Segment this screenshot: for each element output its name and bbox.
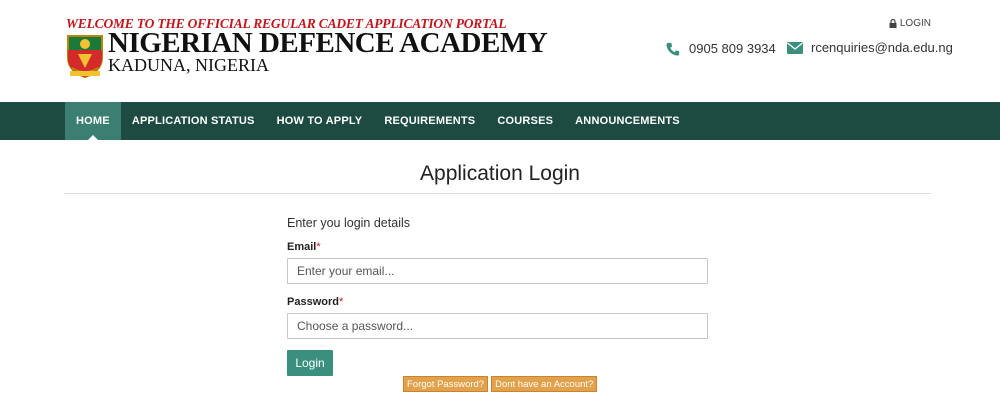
password-label-text: Password	[287, 296, 339, 308]
nav-item-home[interactable]: HOME	[65, 102, 121, 140]
title-divider	[64, 193, 931, 194]
login-button[interactable]: Login	[287, 350, 333, 376]
nav-item-how-to-apply[interactable]: HOW TO APPLY	[266, 102, 374, 140]
required-marker: *	[316, 241, 321, 253]
contact-email: rcenquiries@nda.edu.ng	[787, 40, 953, 55]
page-title: Application Login	[420, 162, 580, 185]
site-header: WELCOME TO THE OFFICIAL REGULAR CADET AP…	[0, 0, 1000, 102]
email-address: rcenquiries@nda.edu.ng	[811, 40, 953, 55]
nav-item-courses[interactable]: COURSES	[486, 102, 564, 140]
create-account-button[interactable]: Dont have an Account?	[491, 376, 598, 392]
nav-item-application-status[interactable]: APPLICATION STATUS	[121, 102, 266, 140]
email-label: Email*	[287, 241, 321, 253]
contact-phone: 0905 809 3934	[665, 41, 776, 56]
required-marker: *	[338, 296, 344, 308]
password-input[interactable]	[287, 313, 708, 339]
top-login-label: LOGIN	[899, 18, 931, 29]
lock-icon	[889, 19, 897, 28]
login-instruction: Enter you login details	[287, 216, 410, 230]
password-label: Password*	[287, 296, 343, 308]
email-input[interactable]	[287, 258, 708, 284]
phone-icon	[666, 42, 680, 56]
main-nav: HOME APPLICATION STATUS HOW TO APPLY REQ…	[0, 102, 1000, 140]
top-login-link[interactable]: LOGIN	[889, 18, 931, 29]
account-links: Forgot Password? Dont have an Account?	[403, 376, 598, 392]
email-label-text: Email	[287, 241, 317, 253]
academy-location: KADUNA, NIGERIA	[108, 55, 269, 75]
phone-number: 0905 809 3934	[689, 41, 776, 56]
envelope-icon	[787, 41, 803, 54]
nda-crest-logo	[67, 35, 103, 78]
nav-item-announcements[interactable]: ANNOUNCEMENTS	[564, 102, 691, 140]
nav-item-requirements[interactable]: REQUIREMENTS	[373, 102, 486, 140]
forgot-password-button[interactable]: Forgot Password?	[403, 376, 489, 392]
